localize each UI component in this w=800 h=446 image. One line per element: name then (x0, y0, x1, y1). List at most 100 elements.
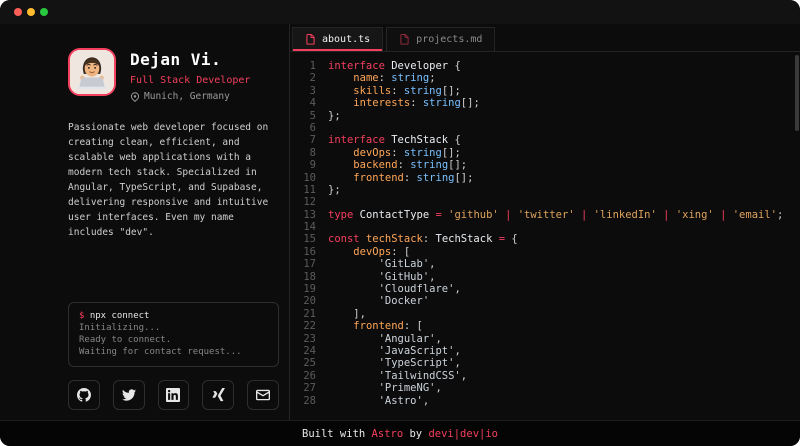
sidebar: Dejan Vi. Full Stack Developer Munich, G… (0, 24, 290, 420)
avatar-image (70, 50, 114, 94)
code-text: }; (328, 184, 341, 196)
line-number: 28 (292, 395, 316, 407)
terminal-line: Initializing... (79, 322, 268, 334)
xing-icon (211, 388, 225, 402)
code-text: 'GitHub', (328, 271, 435, 283)
line-number: 25 (292, 357, 316, 369)
code-line: 11}; (292, 184, 800, 196)
scrollbar-thumb[interactable] (795, 55, 799, 131)
linkedin-icon (166, 388, 180, 402)
line-number: 2 (292, 72, 316, 84)
tab-about.ts[interactable]: about.ts (292, 27, 383, 51)
code-text: 'Angular', (328, 333, 442, 345)
avatar (68, 48, 116, 96)
code-text: type ContactType = 'github' | 'twitter' … (328, 209, 783, 221)
line-number: 14 (292, 221, 316, 233)
code-text: 'Astro', (328, 395, 429, 407)
twitter-link[interactable] (113, 380, 145, 410)
terminal-command-text: npx connect (90, 311, 150, 321)
xing-link[interactable] (202, 380, 234, 410)
code-text: devOps: string[]; (328, 147, 461, 159)
twitter-icon (122, 388, 136, 402)
line-number: 27 (292, 382, 316, 394)
profile-name: Dejan Vi. (130, 50, 250, 69)
line-number: 22 (292, 320, 316, 332)
maximize-button[interactable] (40, 8, 48, 16)
tab-bar: about.ts projects.md (290, 24, 800, 52)
code-text: interests: string[]; (328, 97, 480, 109)
file-icon (399, 34, 410, 45)
line-number: 12 (292, 196, 316, 208)
code-line: 14 (292, 221, 800, 233)
close-button[interactable] (14, 8, 22, 16)
code-line: 17 'GitLab', (292, 258, 800, 270)
terminal-widget: $ npx connect Initializing...Ready to co… (68, 302, 279, 367)
github-link[interactable] (68, 380, 100, 410)
profile-header: Dejan Vi. Full Stack Developer Munich, G… (68, 48, 279, 102)
code-text: frontend: [ (328, 320, 423, 332)
line-number: 9 (292, 159, 316, 171)
code-text: 'TailwindCSS', (328, 370, 467, 382)
code-line: 21 ], (292, 308, 800, 320)
code-line: 28 'Astro', (292, 395, 800, 407)
line-number: 10 (292, 172, 316, 184)
linkedin-link[interactable] (158, 380, 190, 410)
code-line: 3 skills: string[]; (292, 85, 800, 97)
email-link[interactable] (247, 380, 279, 410)
profile-meta: Dejan Vi. Full Stack Developer Munich, G… (130, 48, 250, 102)
window-titlebar (0, 0, 800, 24)
line-number: 1 (292, 60, 316, 72)
code-line: 16 devOps: [ (292, 246, 800, 258)
profile-bio: Passionate web developer focused on crea… (68, 120, 279, 240)
code-line: 27 'PrimeNG', (292, 382, 800, 394)
line-number: 24 (292, 345, 316, 357)
code-text: name: string; (328, 72, 436, 84)
code-text: 'TypeScript', (328, 357, 461, 369)
footer: Built with Astro by devi|dev|io (0, 420, 800, 446)
tab-label: projects.md (416, 34, 482, 45)
footer-link[interactable]: devi|dev|io (428, 428, 498, 440)
code-text: backend: string[]; (328, 159, 467, 171)
code-line: 26 'TailwindCSS', (292, 370, 800, 382)
profile-location: Munich, Germany (130, 91, 250, 102)
line-number: 6 (292, 122, 316, 134)
location-pin-icon (130, 92, 140, 102)
code-text: skills: string[]; (328, 85, 461, 97)
line-number: 16 (292, 246, 316, 258)
terminal-prompt: $ (79, 311, 84, 321)
location-text: Munich, Germany (144, 91, 230, 102)
terminal-line: Waiting for contact request... (79, 346, 268, 358)
code-line: 19 'Cloudflare', (292, 283, 800, 295)
code-line: 18 'GitHub', (292, 271, 800, 283)
code-text: 'Docker' (328, 295, 429, 307)
code-line: 9 backend: string[]; (292, 159, 800, 171)
code-line: 25 'TypeScript', (292, 357, 800, 369)
code-line: 23 'Angular', (292, 333, 800, 345)
app-window: Dejan Vi. Full Stack Developer Munich, G… (0, 0, 800, 446)
line-number: 4 (292, 97, 316, 109)
terminal-command: $ npx connect (79, 310, 268, 322)
code-line: 24 'JavaScript', (292, 345, 800, 357)
main-content: Dejan Vi. Full Stack Developer Munich, G… (0, 24, 800, 420)
footer-link[interactable]: Astro (372, 428, 404, 440)
line-number: 11 (292, 184, 316, 196)
tab-projects.md[interactable]: projects.md (386, 27, 495, 51)
github-icon (77, 388, 91, 402)
line-number: 3 (292, 85, 316, 97)
terminal-output: Initializing...Ready to connect.Waiting … (79, 322, 268, 358)
code-line: 4 interests: string[]; (292, 97, 800, 109)
code-text: frontend: string[]; (328, 172, 473, 184)
code-text: 'GitLab', (328, 258, 435, 270)
code-text: 'Cloudflare', (328, 283, 461, 295)
code-line: 10 frontend: string[]; (292, 172, 800, 184)
line-number: 18 (292, 271, 316, 283)
footer-text: by (403, 428, 428, 440)
terminal-line: Ready to connect. (79, 334, 268, 346)
code-line: 22 frontend: [ (292, 320, 800, 332)
code-lines: 1interface Developer {2 name: string;3 s… (290, 52, 800, 420)
minimize-button[interactable] (27, 8, 35, 16)
code-line: 1interface Developer { (292, 60, 800, 72)
code-line: 5}; (292, 110, 800, 122)
code-text: ], (328, 308, 366, 320)
tab-label: about.ts (322, 34, 370, 45)
